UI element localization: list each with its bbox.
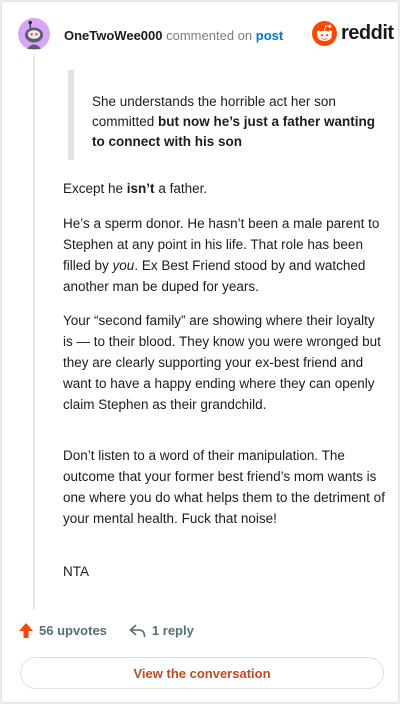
quote-bar — [68, 70, 74, 160]
quoted-text: She understands the horrible act her son… — [92, 92, 377, 152]
reply-count: 1 reply — [151, 623, 194, 638]
comment-paragraph-4: Don’t listen to a word of their manipula… — [63, 448, 385, 526]
comment-paragraph-5: NTA — [63, 564, 89, 579]
reply-button[interactable]: 1 reply — [129, 623, 194, 638]
reddit-logo[interactable]: reddit — [312, 21, 394, 46]
upvote-arrow-icon — [19, 623, 33, 638]
comment-card: OneTwoWee000 commented on post reddit Sh… — [1, 1, 399, 703]
p1-text-start: Except he — [63, 181, 127, 196]
p2-italic-text: you — [112, 258, 135, 273]
reddit-wordmark: reddit — [341, 22, 394, 44]
comment-action-text: commented on — [166, 28, 253, 43]
post-link[interactable]: post — [256, 28, 283, 43]
comment-paragraph-2: He’s a sperm donor. He hasn’t been a mal… — [63, 213, 385, 297]
p1-text-end: a father. — [154, 181, 208, 196]
comment-footer: 56 upvotes 1 reply — [18, 622, 194, 639]
reddit-logo-icon — [312, 21, 337, 46]
upvote-button[interactable]: 56 upvotes — [18, 622, 107, 639]
reply-arrow-icon — [129, 624, 146, 637]
username-link[interactable]: OneTwoWee000 — [64, 28, 163, 43]
view-conversation-button[interactable]: View the conversation — [20, 657, 384, 689]
comment-paragraph-1: Except he isn’t a father. — [63, 178, 385, 199]
comment-paragraph-3: Your “second family” are showing where t… — [63, 313, 381, 412]
upvote-count: 56 upvotes — [39, 623, 107, 638]
comment-header: OneTwoWee000 commented on post — [64, 28, 283, 43]
thread-line[interactable] — [33, 54, 35, 610]
user-avatar[interactable] — [18, 18, 50, 50]
p1-bold-text: isn’t — [126, 181, 155, 196]
